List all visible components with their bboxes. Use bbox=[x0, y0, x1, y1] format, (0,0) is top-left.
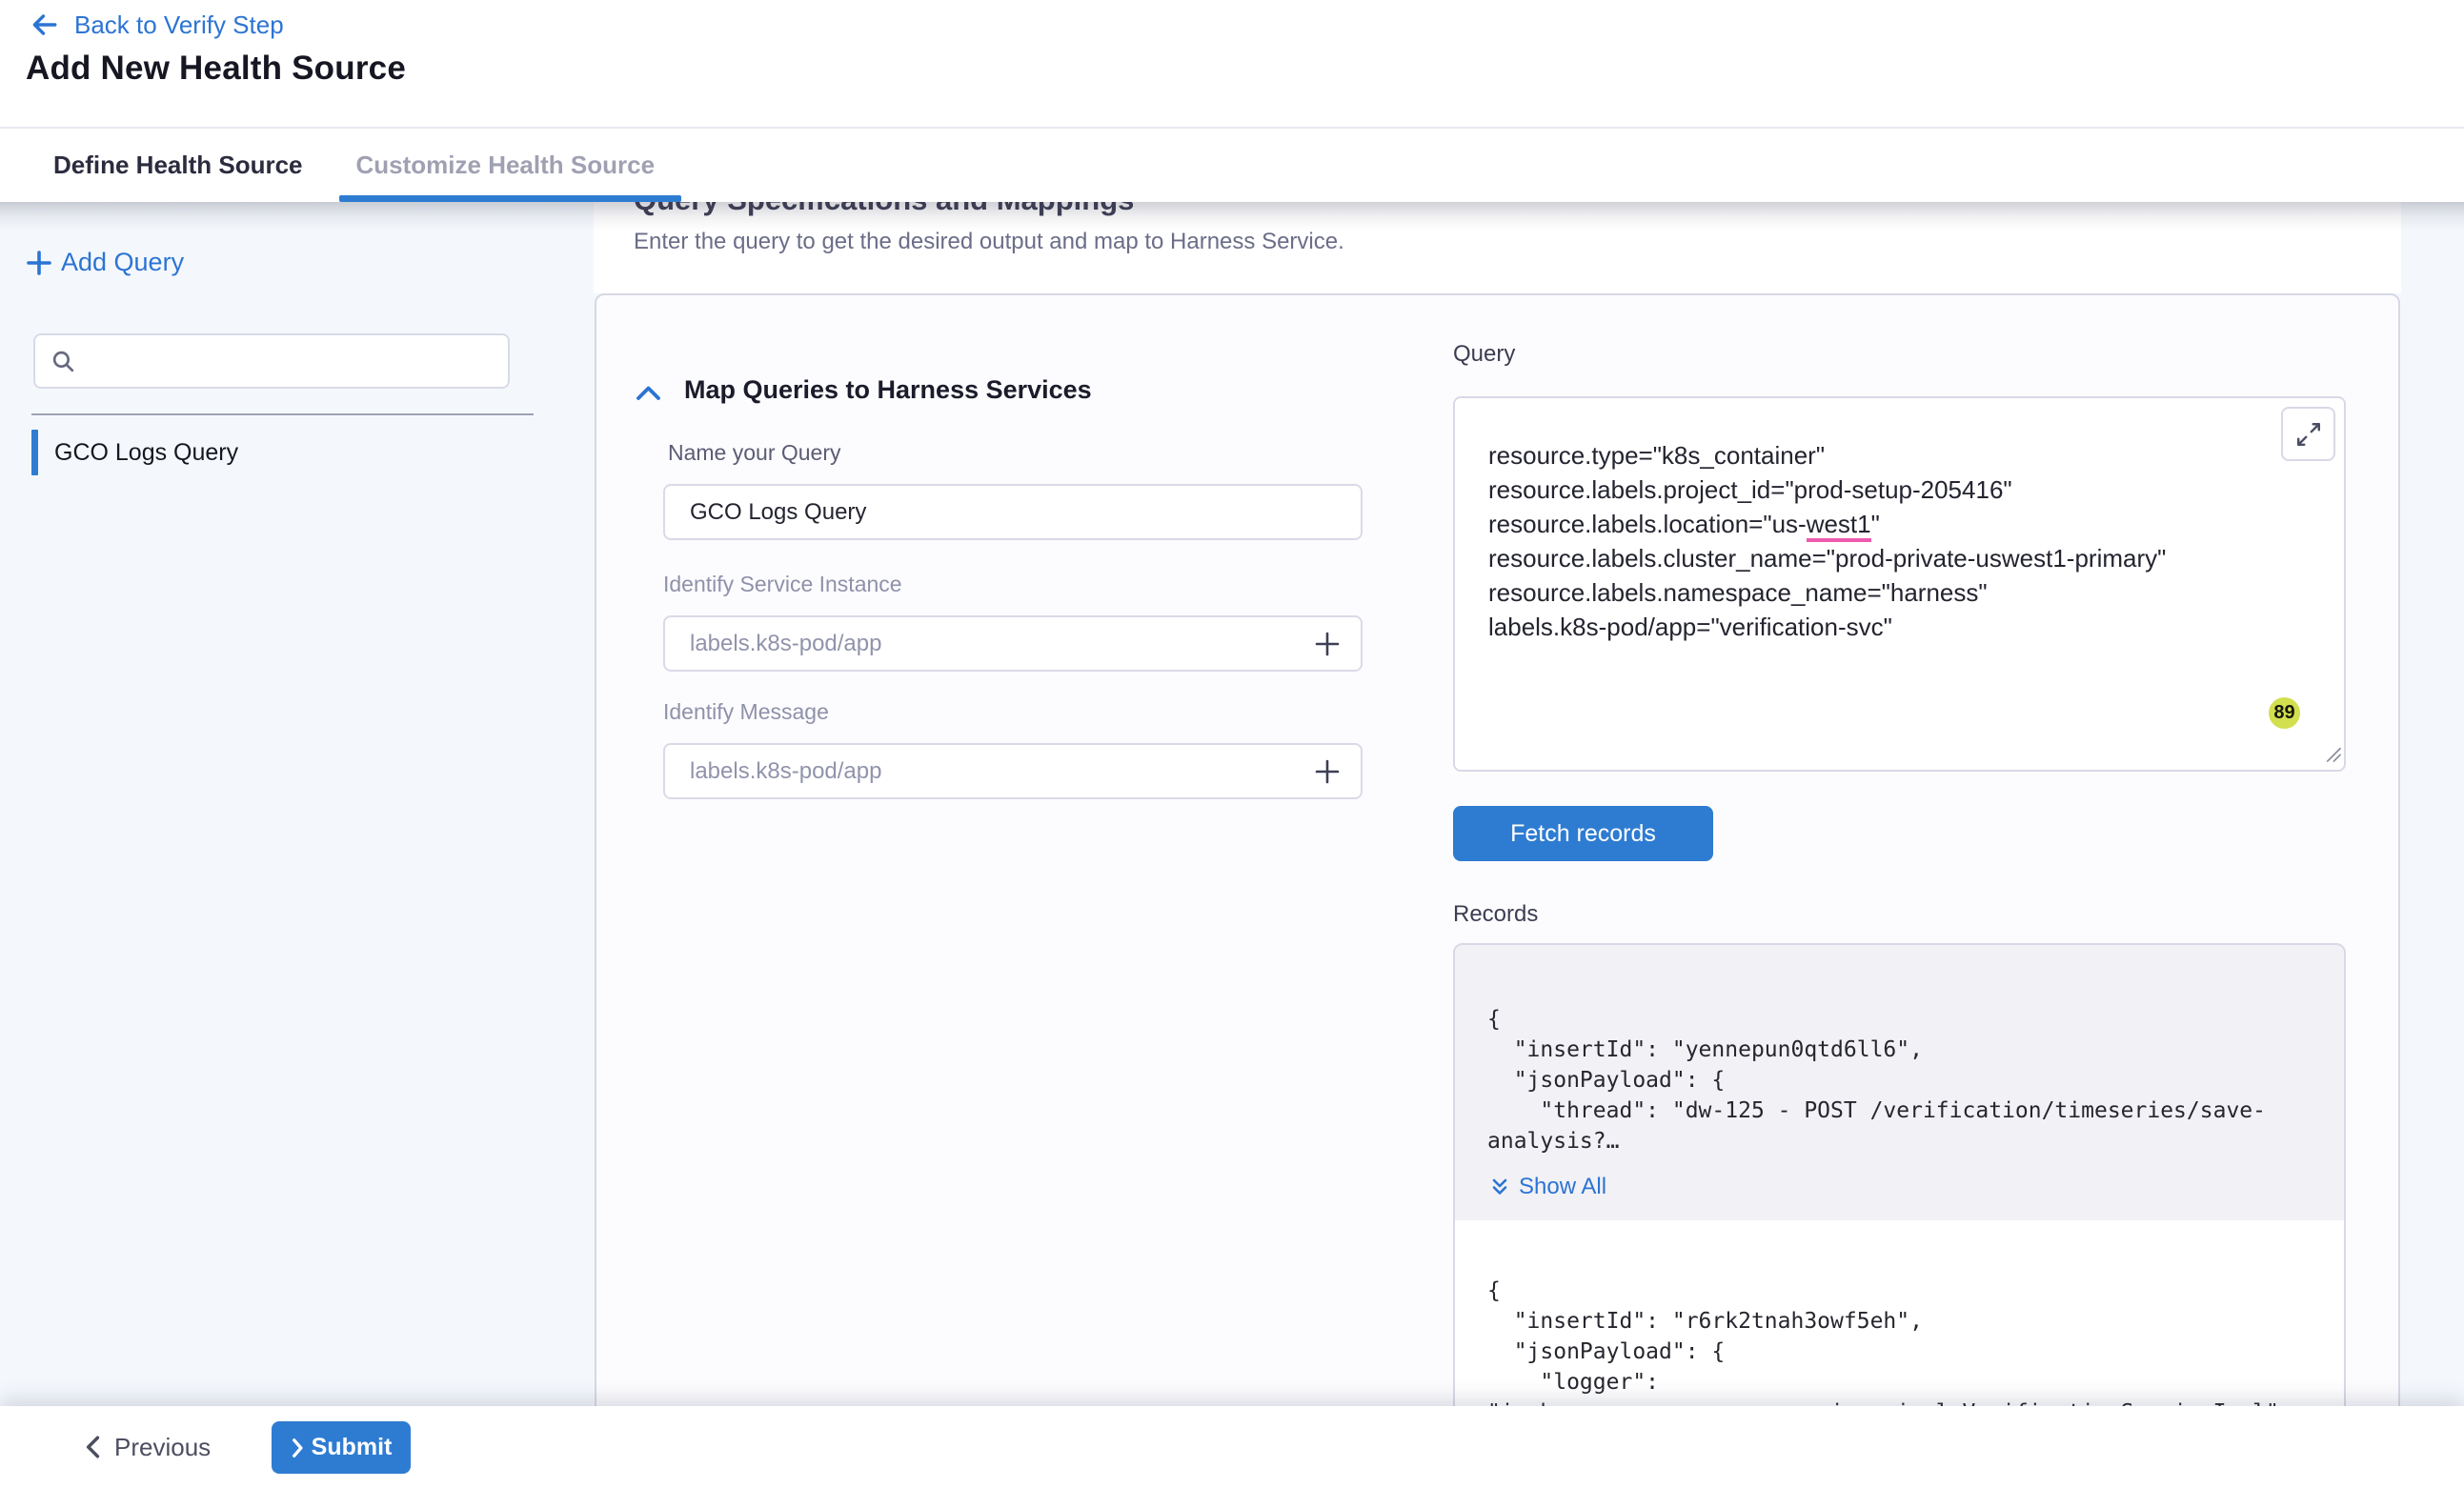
query-text: resource.type="k8s_container"resource.la… bbox=[1488, 438, 2258, 644]
query-line: resource.labels.location="us-west1" bbox=[1488, 507, 2258, 541]
back-label: Back to Verify Step bbox=[74, 10, 284, 40]
add-service-instance-button[interactable] bbox=[1313, 630, 1342, 658]
collapse-chevron-icon[interactable] bbox=[635, 383, 662, 409]
back-link[interactable]: Back to Verify Step bbox=[29, 10, 284, 40]
query-list: GCO Logs Query bbox=[0, 429, 534, 476]
query-line: resource.type="k8s_container" bbox=[1488, 438, 2258, 473]
service-instance-field bbox=[663, 615, 1363, 672]
name-query-input[interactable] bbox=[690, 499, 1342, 526]
main-content: Add Query GCO Logs Query Query Specifica… bbox=[0, 202, 2464, 1406]
sidebar-divider bbox=[31, 413, 534, 415]
submit-label: Submit bbox=[312, 1434, 393, 1461]
record-line: "io.harness.cvng.core.services.impl.Veri… bbox=[1487, 1398, 2312, 1406]
page-title: Add New Health Source bbox=[26, 50, 406, 88]
fetch-records-button[interactable]: Fetch records bbox=[1453, 806, 1713, 861]
identify-message-field bbox=[663, 743, 1363, 799]
name-query-label: Name your Query bbox=[668, 440, 841, 466]
section-title: Query Specifications and Mappings bbox=[634, 202, 1134, 217]
footer-bar: Previous Submit bbox=[0, 1406, 2464, 1488]
search-icon bbox=[50, 349, 76, 374]
map-queries-heading: Map Queries to Harness Services bbox=[684, 375, 1092, 405]
record-line: "jsonPayload": { bbox=[1487, 1065, 2312, 1096]
record-block: { "insertId": "yennepun0qtd6ll6", "jsonP… bbox=[1455, 945, 2344, 1220]
add-health-source-page: Back to Verify Step Add New Health Sourc… bbox=[0, 0, 2464, 1488]
tab-customize-health-source[interactable]: Customize Health Source bbox=[354, 129, 657, 202]
query-line: resource.labels.cluster_name="prod-priva… bbox=[1488, 541, 2258, 575]
identify-message-input[interactable] bbox=[690, 758, 1313, 785]
record-json: { "insertId": "yennepun0qtd6ll6", "jsonP… bbox=[1487, 1004, 2312, 1156]
record-line: analysis?… bbox=[1487, 1126, 2312, 1156]
identify-message-label: Identify Message bbox=[663, 699, 829, 725]
record-json: { "insertId": "r6rk2tnah3owf5eh", "jsonP… bbox=[1487, 1276, 2312, 1406]
record-line: "insertId": "r6rk2tnah3owf5eh", bbox=[1487, 1306, 2312, 1337]
back-arrow-icon bbox=[29, 10, 59, 40]
chevron-left-icon bbox=[82, 1435, 103, 1459]
record-block: { "insertId": "r6rk2tnah3owf5eh", "jsonP… bbox=[1455, 1220, 2344, 1406]
plus-icon bbox=[25, 249, 53, 277]
tab-define-health-source[interactable]: Define Health Source bbox=[51, 129, 305, 202]
section-subtitle: Enter the query to get the desired outpu… bbox=[634, 229, 1344, 255]
expand-query-button[interactable] bbox=[2281, 407, 2335, 461]
double-chevron-down-icon bbox=[1489, 1176, 1510, 1197]
record-line: { bbox=[1487, 1276, 2312, 1306]
record-line: { bbox=[1487, 1004, 2312, 1035]
records-container: { "insertId": "yennepun0qtd6ll6", "jsonP… bbox=[1453, 943, 2346, 1406]
records-label: Records bbox=[1453, 901, 1538, 928]
name-query-field bbox=[663, 484, 1363, 540]
search-input[interactable] bbox=[88, 335, 508, 387]
query-line: resource.labels.namespace_name="harness" bbox=[1488, 575, 2258, 610]
previous-label: Previous bbox=[114, 1433, 211, 1462]
content-column: Query Specifications and Mappings Enter … bbox=[594, 202, 2401, 1406]
query-line: labels.k8s-pod/app="verification-svc" bbox=[1488, 610, 2258, 644]
query-search-box[interactable] bbox=[33, 333, 510, 389]
query-item-label: GCO Logs Query bbox=[54, 439, 238, 467]
expand-icon bbox=[2294, 420, 2323, 449]
record-line: "logger": bbox=[1487, 1367, 2312, 1398]
add-message-button[interactable] bbox=[1313, 757, 1342, 786]
resize-handle[interactable] bbox=[2323, 744, 2341, 767]
page-header: Back to Verify Step Add New Health Sourc… bbox=[0, 0, 2464, 129]
show-all-link[interactable]: Show All bbox=[1489, 1174, 1606, 1200]
selected-indicator bbox=[31, 430, 38, 475]
query-mapping-panel: Map Queries to Harness Services Name you… bbox=[595, 293, 2400, 1406]
sidebar-query-item[interactable]: GCO Logs Query bbox=[0, 429, 534, 476]
add-query-button[interactable]: Add Query bbox=[25, 248, 184, 277]
spellcheck-underline: west1 bbox=[1807, 510, 1871, 542]
char-count-badge: 89 bbox=[2269, 697, 2300, 729]
query-line: resource.labels.project_id="prod-setup-2… bbox=[1488, 473, 2258, 507]
query-sidebar: Add Query GCO Logs Query bbox=[0, 202, 594, 1406]
submit-button[interactable]: Submit bbox=[272, 1421, 411, 1474]
chevron-right-icon bbox=[291, 1438, 304, 1458]
record-line: "insertId": "yennepun0qtd6ll6", bbox=[1487, 1035, 2312, 1065]
service-instance-input[interactable] bbox=[690, 631, 1313, 657]
record-line: "thread": "dw-125 - POST /verification/t… bbox=[1487, 1096, 2312, 1126]
service-instance-label: Identify Service Instance bbox=[663, 572, 902, 597]
query-editor[interactable]: resource.type="k8s_container"resource.la… bbox=[1453, 396, 2346, 772]
add-query-label: Add Query bbox=[61, 248, 184, 277]
tab-bar: Define Health Source Customize Health Sou… bbox=[0, 129, 2464, 202]
query-label: Query bbox=[1453, 341, 1515, 368]
record-line: "jsonPayload": { bbox=[1487, 1337, 2312, 1367]
previous-button[interactable]: Previous bbox=[82, 1406, 211, 1488]
